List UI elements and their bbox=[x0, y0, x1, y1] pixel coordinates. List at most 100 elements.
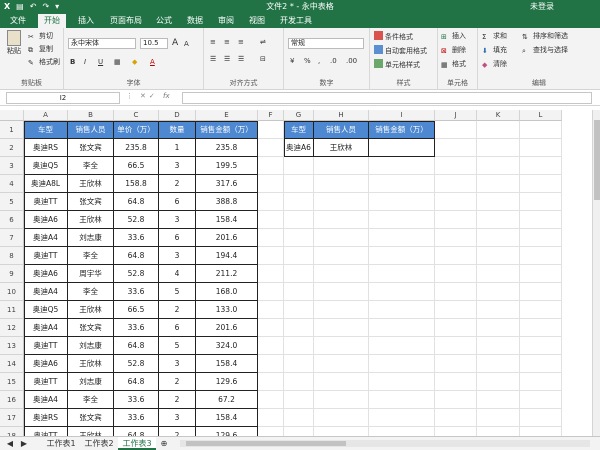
row-header-7[interactable]: 7 bbox=[0, 229, 24, 247]
table-cell[interactable]: 33.6 bbox=[114, 391, 158, 409]
table-cell[interactable]: 211.2 bbox=[196, 265, 257, 283]
table-cell[interactable]: 5 bbox=[159, 337, 195, 355]
table-cell[interactable]: 52.8 bbox=[114, 265, 158, 283]
table-cell[interactable]: 64.8 bbox=[114, 193, 158, 211]
column-header-e[interactable]: E bbox=[196, 110, 258, 121]
fill-button[interactable]: ⬇ 填充 bbox=[482, 45, 507, 55]
table-cell[interactable]: 张文宾 bbox=[68, 409, 113, 427]
table-cell[interactable]: 2 bbox=[159, 427, 195, 436]
vertical-scroll-thumb[interactable] bbox=[594, 120, 600, 200]
align-right-icon[interactable]: ☰ bbox=[238, 54, 244, 64]
border-icon[interactable]: ▦ bbox=[114, 57, 121, 67]
row-header-18[interactable]: 18 bbox=[0, 427, 24, 436]
table-cell[interactable]: 奥迪A4 bbox=[24, 229, 67, 247]
table-header-cell[interactable]: 数量 bbox=[159, 121, 195, 139]
align-left-icon[interactable]: ☰ bbox=[210, 54, 216, 64]
table-cell[interactable]: 6 bbox=[159, 193, 195, 211]
insert-cells-button[interactable]: ⊞ 插入 bbox=[441, 31, 466, 41]
align-middle-icon[interactable]: ≡ bbox=[224, 37, 230, 47]
table-cell[interactable]: 奥迪RS bbox=[24, 139, 67, 157]
table-cell[interactable]: 4 bbox=[159, 265, 195, 283]
row-header-3[interactable]: 3 bbox=[0, 157, 24, 175]
column-header-a[interactable]: A bbox=[24, 110, 68, 121]
sheet-nav-prev[interactable]: ◀ bbox=[4, 437, 16, 450]
column-header-d[interactable]: D bbox=[159, 110, 196, 121]
table-cell[interactable]: 奥迪A8L bbox=[24, 175, 67, 193]
table-cell[interactable]: 129.6 bbox=[196, 427, 257, 436]
table-cell[interactable]: 33.6 bbox=[114, 283, 158, 301]
table-cell[interactable]: 168.0 bbox=[196, 283, 257, 301]
table-cell[interactable]: 奥迪A6 bbox=[24, 265, 67, 283]
percent-icon[interactable]: % bbox=[304, 56, 311, 66]
cut-button[interactable]: ✂ 剪切 bbox=[28, 31, 53, 41]
row-header-15[interactable]: 15 bbox=[0, 373, 24, 391]
table-cell[interactable]: 王欣林 bbox=[68, 355, 113, 373]
sheet-nav-next[interactable]: ▶ bbox=[18, 437, 30, 450]
column-header-c[interactable]: C bbox=[114, 110, 159, 121]
table-cell[interactable]: 张文宾 bbox=[68, 193, 113, 211]
currency-icon[interactable]: ¥ bbox=[290, 56, 294, 66]
column-header-k[interactable]: K bbox=[477, 110, 520, 121]
bold-button[interactable]: B bbox=[70, 57, 75, 67]
row-header-6[interactable]: 6 bbox=[0, 211, 24, 229]
tab-view[interactable]: 视图 bbox=[243, 14, 271, 28]
sort-filter-button[interactable]: ⇅ 排序和筛选 bbox=[522, 31, 568, 41]
table-cell[interactable]: 奥迪A4 bbox=[24, 319, 67, 337]
shrink-font-button[interactable]: A bbox=[184, 39, 189, 49]
table-cell[interactable]: 奥迪TT bbox=[24, 247, 67, 265]
conditional-format-button[interactable]: 条件格式 bbox=[374, 31, 413, 42]
format-painter-button[interactable]: ✎ 格式刷 bbox=[28, 57, 60, 67]
number-format-select[interactable]: 常规 bbox=[288, 38, 364, 49]
table-cell[interactable]: 张文宾 bbox=[68, 319, 113, 337]
fill-color-icon[interactable]: ◆ bbox=[132, 57, 137, 67]
format-as-table-button[interactable]: 自动套用格式 bbox=[374, 45, 427, 56]
lookup-input-cell[interactable]: 王欣林 bbox=[314, 139, 368, 157]
table-cell[interactable]: 刘志康 bbox=[68, 373, 113, 391]
table-cell[interactable]: 158.8 bbox=[114, 175, 158, 193]
row-header-1[interactable]: 1 bbox=[0, 121, 24, 139]
font-size-select[interactable]: 10.5 bbox=[140, 38, 168, 49]
lookup-header-cell[interactable]: 车型 bbox=[284, 121, 313, 139]
table-cell[interactable]: 388.8 bbox=[196, 193, 257, 211]
cell-styles-button[interactable]: 单元格样式 bbox=[374, 59, 420, 70]
tab-developer[interactable]: 开发工具 bbox=[274, 14, 318, 28]
name-box[interactable]: I2 bbox=[6, 92, 120, 104]
tab-insert[interactable]: 插入 bbox=[72, 14, 100, 28]
table-cell[interactable]: 6 bbox=[159, 319, 195, 337]
row-header-9[interactable]: 9 bbox=[0, 265, 24, 283]
table-cell[interactable]: 3 bbox=[159, 247, 195, 265]
row-header-10[interactable]: 10 bbox=[0, 283, 24, 301]
table-cell[interactable]: 刘志康 bbox=[68, 229, 113, 247]
wrap-text-icon[interactable]: ⇌ bbox=[260, 37, 266, 47]
font-name-select[interactable]: 永中宋体 bbox=[68, 38, 136, 49]
row-header-13[interactable]: 13 bbox=[0, 337, 24, 355]
lookup-input-cell[interactable]: 奥迪A6 bbox=[284, 139, 313, 157]
table-cell[interactable]: 李全 bbox=[68, 283, 113, 301]
column-header-g[interactable]: G bbox=[284, 110, 314, 121]
insert-function-button[interactable]: fx bbox=[163, 92, 170, 100]
table-cell[interactable]: 158.4 bbox=[196, 355, 257, 373]
table-cell[interactable]: 王欣林 bbox=[68, 301, 113, 319]
table-cell[interactable]: 3 bbox=[159, 409, 195, 427]
merge-cells-icon[interactable]: ⊟ bbox=[260, 54, 266, 64]
autosum-button[interactable]: Σ 求和 bbox=[482, 31, 507, 41]
table-cell[interactable]: 66.5 bbox=[114, 301, 158, 319]
cancel-icon[interactable]: ✕ bbox=[140, 92, 149, 100]
table-cell[interactable]: 158.4 bbox=[196, 409, 257, 427]
table-cell[interactable]: 33.6 bbox=[114, 229, 158, 247]
table-cell[interactable]: 129.6 bbox=[196, 373, 257, 391]
font-color-button[interactable]: A bbox=[150, 57, 155, 67]
table-cell[interactable]: 235.8 bbox=[196, 139, 257, 157]
lookup-result-cell[interactable] bbox=[369, 139, 434, 157]
column-header-i[interactable]: I bbox=[369, 110, 435, 121]
italic-button[interactable]: I bbox=[84, 57, 86, 67]
select-all-corner[interactable] bbox=[0, 110, 24, 121]
table-cell[interactable]: 周宇华 bbox=[68, 265, 113, 283]
table-header-cell[interactable]: 单价（万） bbox=[114, 121, 158, 139]
tab-review[interactable]: 审阅 bbox=[212, 14, 240, 28]
column-header-f[interactable]: F bbox=[258, 110, 284, 121]
table-cell[interactable]: 199.5 bbox=[196, 157, 257, 175]
table-cell[interactable]: 158.4 bbox=[196, 211, 257, 229]
tab-page-layout[interactable]: 页面布局 bbox=[104, 14, 148, 28]
table-cell[interactable]: 2 bbox=[159, 373, 195, 391]
